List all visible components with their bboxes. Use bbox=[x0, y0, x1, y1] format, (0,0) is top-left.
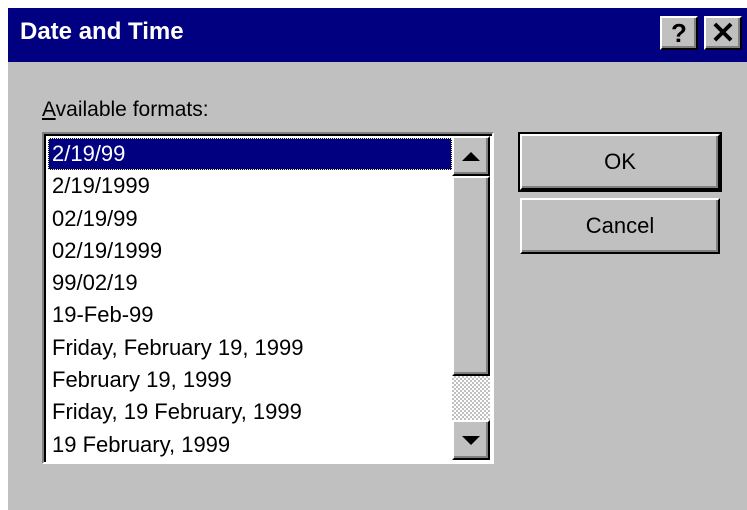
label-text: vailable formats: bbox=[55, 98, 209, 121]
list-item[interactable]: 02/19/1999 bbox=[48, 235, 452, 267]
title-bar[interactable]: Date and Time ? ✕ bbox=[8, 8, 747, 62]
scroll-down-button[interactable] bbox=[452, 420, 490, 460]
formats-listbox[interactable]: 2/19/99 2/19/1999 02/19/99 02/19/1999 99/02/… bbox=[42, 132, 494, 464]
list-item[interactable]: 2/19/99 bbox=[48, 138, 452, 171]
close-button[interactable]: ✕ bbox=[704, 16, 742, 50]
help-icon: ? bbox=[671, 17, 687, 48]
list-item[interactable]: 2/19/1999 bbox=[48, 170, 452, 202]
list-item[interactable]: 19 February, 1999 bbox=[48, 429, 452, 461]
cancel-button[interactable]: Cancel bbox=[520, 198, 720, 254]
list-item[interactable]: 99/02/19 bbox=[48, 267, 452, 299]
list-item[interactable]: 2:07:05 PM bbox=[48, 461, 452, 462]
date-time-dialog: Date and Time ? ✕ Available formats: 2/1… bbox=[6, 6, 747, 510]
formats-list[interactable]: 2/19/99 2/19/1999 02/19/99 02/19/1999 99/02/… bbox=[48, 138, 452, 462]
help-button[interactable]: ? bbox=[660, 16, 698, 50]
scroll-up-button[interactable] bbox=[452, 136, 490, 176]
vertical-scrollbar[interactable] bbox=[452, 136, 490, 460]
list-item[interactable]: Friday, February 19, 1999 bbox=[48, 332, 452, 364]
list-item[interactable]: 02/19/99 bbox=[48, 203, 452, 235]
arrow-down-icon bbox=[462, 435, 480, 445]
label-accelerator: A bbox=[42, 98, 56, 121]
available-formats-label: Available formats: bbox=[42, 98, 209, 122]
list-item[interactable]: February 19, 1999 bbox=[48, 364, 452, 396]
dialog-title: Date and Time bbox=[20, 18, 184, 45]
arrow-up-icon bbox=[462, 151, 480, 161]
scroll-thumb[interactable] bbox=[452, 176, 490, 376]
list-item[interactable]: 19-Feb-99 bbox=[48, 299, 452, 331]
close-icon: ✕ bbox=[710, 16, 736, 50]
list-item[interactable]: Friday, 19 February, 1999 bbox=[48, 396, 452, 428]
ok-button[interactable]: OK bbox=[518, 132, 722, 192]
